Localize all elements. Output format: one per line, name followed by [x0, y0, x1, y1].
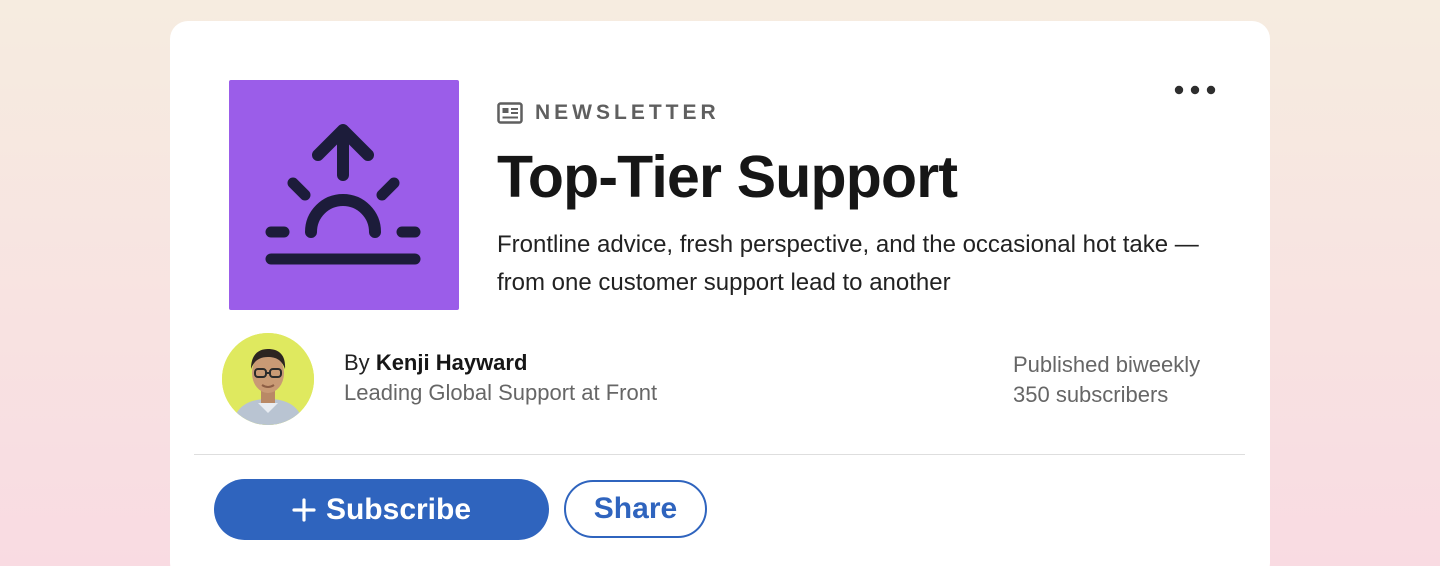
newsletter-label: NEWSLETTER	[497, 101, 720, 125]
author-role: Leading Global Support at Front	[344, 380, 658, 405]
share-button[interactable]: Share	[564, 480, 707, 538]
plus-icon	[292, 497, 316, 522]
author-avatar[interactable]	[222, 333, 314, 425]
author-byline: By Kenji Hayward	[344, 350, 527, 376]
newsletter-description: Frontline advice, fresh perspective, and…	[497, 231, 1199, 296]
more-horizontal-icon	[1174, 85, 1216, 95]
newsletter-meta: Published biweekly 350 subscribers	[1013, 350, 1200, 410]
author-name-link[interactable]: Kenji Hayward	[376, 350, 528, 375]
divider	[194, 454, 1245, 455]
sunrise-arrow-icon	[265, 124, 421, 265]
newsletter-label-text: NEWSLETTER	[535, 101, 720, 124]
subscribe-button[interactable]: Subscribe	[214, 479, 549, 540]
subscriber-count: 350 subscribers	[1013, 382, 1169, 407]
newsletter-card: NEWSLETTER Top-Tier Support Frontline ad…	[170, 21, 1270, 566]
author-photo	[222, 333, 314, 425]
subscribe-label: Subscribe	[325, 492, 472, 526]
newsletter-logo	[229, 80, 459, 310]
newsletter-title: Top-Tier Support	[497, 144, 958, 210]
publish-frequency: Published biweekly	[1013, 352, 1201, 377]
byline-prefix: By	[344, 350, 370, 375]
newspaper-icon	[497, 102, 523, 124]
more-options-button[interactable]	[1168, 77, 1222, 103]
